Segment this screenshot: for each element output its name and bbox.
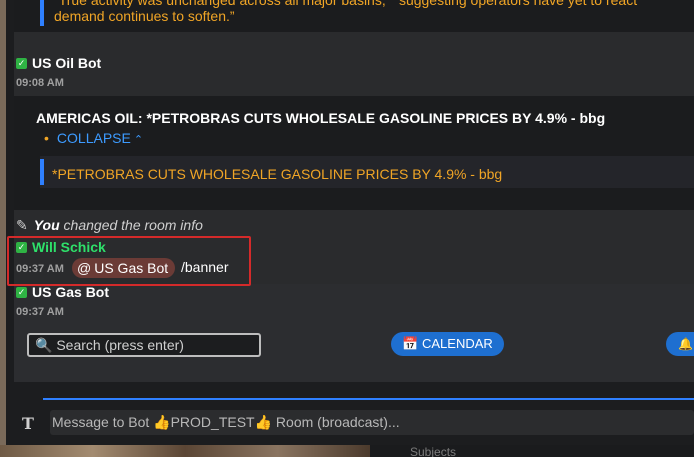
bullet-dot: •: [44, 130, 49, 146]
sender-name[interactable]: US Gas Bot: [32, 284, 109, 300]
collapse-link[interactable]: • COLLAPSE ⌃: [44, 130, 143, 146]
room-info-event: ✎ You changed the room info: [16, 217, 203, 234]
chevron-up-icon: ⌃: [133, 134, 144, 146]
quote-bar: [40, 159, 44, 185]
quote-text-line1: “True activity was unchanged across all …: [54, 0, 638, 8]
collapse-label: COLLAPSE: [56, 130, 131, 146]
message-input[interactable]: Message to Bot 👍PROD_TEST👍 Room (broadca…: [50, 410, 694, 435]
check-icon: ✓: [16, 58, 27, 69]
room-info-action: changed the room info: [63, 217, 203, 233]
quote-text-line2: demand continues to soften.”: [54, 8, 235, 24]
quote-text: *PETROBRAS CUTS WHOLESALE GASOLINE PRICE…: [52, 166, 503, 182]
text-format-icon[interactable]: T: [22, 414, 34, 433]
message-list: “True activity was unchanged across all …: [14, 0, 694, 382]
background-image: [0, 445, 370, 457]
background-strip: Subjects: [0, 445, 694, 457]
calendar-button[interactable]: 📅 CALENDAR: [391, 332, 504, 356]
search-input[interactable]: 🔍 Search (press enter): [27, 333, 261, 357]
quote-bar: [40, 0, 44, 26]
actor-name: You: [33, 217, 60, 233]
chat-window: “True activity was unchanged across all …: [6, 0, 694, 445]
pencil-icon: ✎: [16, 217, 28, 233]
sender-name[interactable]: US Oil Bot: [32, 55, 101, 71]
message-time: 09:37 AM: [16, 306, 64, 318]
check-icon: ✓: [16, 287, 27, 298]
message-headline: AMERICAS OIL: *PETROBRAS CUTS WHOLESALE …: [36, 110, 606, 126]
partial-label: Subjects: [410, 445, 457, 457]
message-time: 09:08 AM: [16, 77, 64, 89]
composer-divider: [43, 398, 694, 400]
notifications-button[interactable]: 🔔: [666, 332, 694, 356]
highlight-box: [7, 236, 251, 286]
